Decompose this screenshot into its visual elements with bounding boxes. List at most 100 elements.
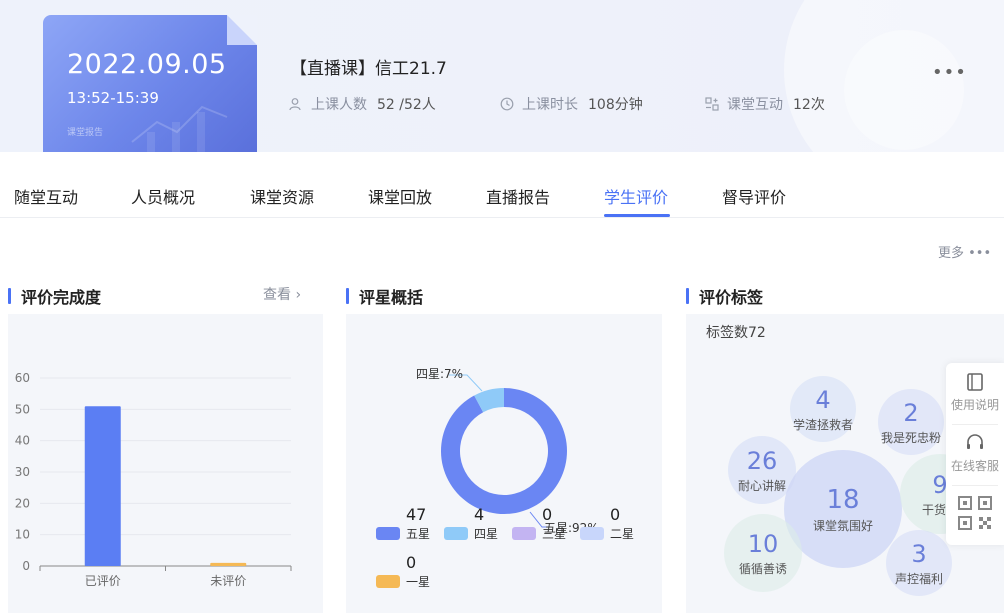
tag-label: 我是死忠粉 xyxy=(880,430,941,445)
manual-label: 使用说明 xyxy=(950,398,999,412)
tab-live-report[interactable]: 直播报告 xyxy=(486,184,550,208)
tag-bubble: 10 循循善诱 xyxy=(724,514,802,592)
legend-value: 47 xyxy=(406,505,426,524)
completion-panel-header: 评价完成度 xyxy=(8,284,101,308)
service-button[interactable]: 在线客服 xyxy=(946,432,1004,474)
star-rating-donut-chart: 四星:7%五星:92%47五星4四星0三星0二星0一星 xyxy=(376,367,634,589)
x-tick-label: 已评价 xyxy=(85,574,121,588)
qr-code-icon xyxy=(958,496,992,530)
tag-label: 耐心讲解 xyxy=(737,478,786,493)
legend-swatch xyxy=(580,527,604,540)
legend-label: 三星 xyxy=(542,527,566,541)
legend-value: 0 xyxy=(542,505,552,524)
tag-label: 循循善诱 xyxy=(738,561,787,576)
y-tick-label: 50 xyxy=(15,402,30,416)
card-fold xyxy=(227,15,257,45)
y-tick-label: 30 xyxy=(15,465,30,479)
stat-duration: 上课时长 108分钟 xyxy=(500,94,643,114)
completion-panel: 0 10 20 30 40 50 60 已评价 未评价 xyxy=(8,314,323,613)
side-toolbar: 使用说明 在线客服 xyxy=(946,363,1004,545)
tag-count: 标签数72 xyxy=(706,325,766,341)
tag-bubble: 4 学渣拯救者 xyxy=(790,376,856,442)
completion-bar-chart: 0 10 20 30 40 50 60 已评价 未评价 xyxy=(15,371,292,588)
interaction-icon xyxy=(705,97,719,111)
date-card: 2022.09.05 13:52-15:39 课堂报告 xyxy=(43,15,257,152)
class-header: 2022.09.05 13:52-15:39 课堂报告 【直播课】信工21.7 … xyxy=(0,0,1004,152)
x-tick-label: 未评价 xyxy=(210,574,246,588)
legend-label: 四星 xyxy=(474,527,498,541)
y-tick-label: 0 xyxy=(22,559,30,573)
y-tick-label: 60 xyxy=(15,371,30,385)
title-accent-bar xyxy=(686,288,689,304)
view-completion-link[interactable]: 查看 › xyxy=(263,284,301,304)
service-label: 在线客服 xyxy=(950,459,999,473)
bar xyxy=(210,562,247,566)
stat-label: 课堂互动 xyxy=(727,97,783,113)
course-title: 【直播课】信工21.7 xyxy=(290,59,447,79)
legend-value: 4 xyxy=(474,505,484,524)
stat-interaction: 课堂互动 12次 xyxy=(705,94,825,114)
tags-panel-header: 评价标签 xyxy=(686,284,763,308)
tag-count-value: 2 xyxy=(903,398,919,427)
legend-swatch xyxy=(444,527,468,540)
tag-count-value: 3 xyxy=(911,539,927,568)
tag-count-value: 4 xyxy=(815,385,831,414)
legend-swatch xyxy=(512,527,536,540)
class-date: 2022.09.05 xyxy=(67,49,227,80)
people-icon xyxy=(289,98,301,111)
legend-swatch xyxy=(376,527,400,540)
annotation-label: 四星:7% xyxy=(416,367,463,381)
y-tick-label: 20 xyxy=(15,496,30,510)
title-accent-bar xyxy=(8,288,11,304)
stat-value: 52 /52人 xyxy=(377,97,436,113)
tag-count-value: 26 xyxy=(746,446,778,475)
tag-label: 学渣拯救者 xyxy=(792,417,853,432)
legend-label: 一星 xyxy=(406,575,430,589)
tab-attendance-overview[interactable]: 人员概况 xyxy=(131,184,195,208)
legend-swatch xyxy=(376,575,400,588)
class-time: 13:52-15:39 xyxy=(67,89,159,107)
stat-value: 108分钟 xyxy=(588,97,643,113)
title-accent-bar xyxy=(346,288,349,304)
stars-panel: 四星:7% 五星:92% 47 五星 4 四星 0 三星 0 二星 0 一星 xyxy=(346,314,662,613)
tag-bubble: 2 我是死忠粉 xyxy=(878,389,944,455)
bar xyxy=(84,406,121,566)
legend-label: 二星 xyxy=(610,527,634,541)
clock-icon xyxy=(500,97,514,111)
y-tick-label: 10 xyxy=(15,528,30,542)
card-subtitle: 课堂报告 xyxy=(67,128,104,138)
stat-value: 12次 xyxy=(793,97,825,113)
manual-button[interactable]: 使用说明 xyxy=(946,371,1004,413)
stat-label: 上课人数 xyxy=(311,97,367,113)
tab-in-class-interaction[interactable]: 随堂互动 xyxy=(14,184,78,208)
panel-title: 评价完成度 xyxy=(21,288,102,307)
tag-bubble: 3 声控福利 xyxy=(886,530,952,596)
headset-icon xyxy=(967,434,983,449)
tab-bar: 随堂互动 人员概况 课堂资源 课堂回放 直播报告 学生评价 督导评价 xyxy=(0,152,1004,218)
legend-value: 0 xyxy=(406,553,416,572)
tab-class-replay[interactable]: 课堂回放 xyxy=(368,184,432,208)
tab-student-evaluation[interactable]: 学生评价 xyxy=(604,184,668,208)
legend-label: 五星 xyxy=(406,527,430,541)
header-decoration-small xyxy=(844,30,964,150)
qr-code-button[interactable] xyxy=(946,493,1004,536)
stars-panel-header: 评星概括 xyxy=(346,284,423,308)
more-link[interactable]: 更多 ••• xyxy=(938,242,991,261)
tag-label: 课堂氛围好 xyxy=(812,518,873,533)
tag-label: 声控福利 xyxy=(894,571,943,586)
side-divider xyxy=(952,424,998,425)
tag-count-value: 10 xyxy=(747,529,779,558)
active-tab-indicator xyxy=(604,214,670,217)
tag-count-value: 18 xyxy=(826,484,860,515)
stat-label: 上课时长 xyxy=(522,97,578,113)
more-options-button[interactable]: ••• xyxy=(932,62,967,83)
legend-value: 0 xyxy=(610,505,620,524)
book-icon xyxy=(967,373,983,391)
tab-class-resources[interactable]: 课堂资源 xyxy=(250,184,314,208)
side-divider xyxy=(952,485,998,486)
panel-title: 评价标签 xyxy=(699,288,764,307)
y-tick-label: 40 xyxy=(15,434,30,448)
tab-supervisor-evaluation[interactable]: 督导评价 xyxy=(722,184,786,208)
panel-title: 评星概括 xyxy=(359,288,424,307)
stat-attendance: 上课人数 52 /52人 xyxy=(289,94,436,114)
